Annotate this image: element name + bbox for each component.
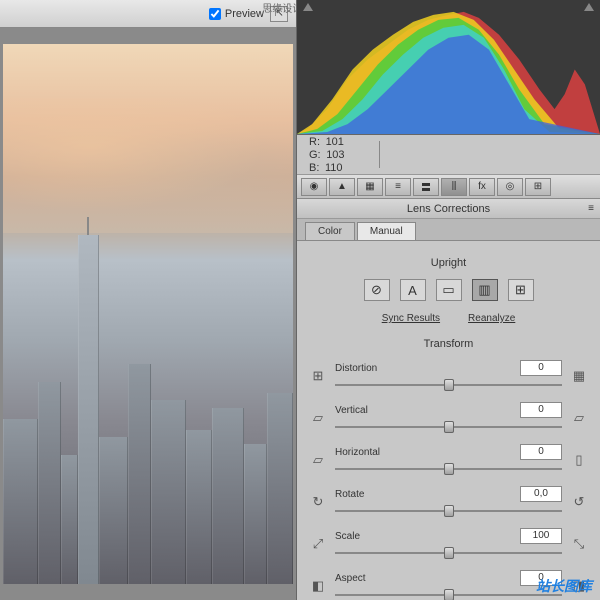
shadow-clip-icon[interactable] [303, 3, 313, 11]
rotate-value[interactable]: 0,0 [520, 486, 562, 502]
preview-checkbox-input[interactable] [209, 8, 221, 20]
distortion-slider[interactable] [335, 378, 562, 392]
distortion-right-icon: ▦ [570, 367, 588, 385]
preview-label: Preview [225, 8, 264, 20]
controls-area: Upright ⊘ A ▭ ▥ ⊞ Sync Results Reanalyze… [297, 241, 600, 600]
histogram[interactable] [297, 0, 600, 135]
slider-row-distortion: ⊞ Distortion 0 ▦ [309, 360, 588, 392]
upright-buttons: ⊘ A ▭ ▥ ⊞ [309, 279, 588, 301]
scale-right-icon: ⤡ [570, 535, 588, 553]
preview-checkbox[interactable]: Preview [209, 8, 264, 20]
vertical-left-icon: ▱ [309, 409, 327, 427]
rotate-slider[interactable] [335, 504, 562, 518]
tab-presets-icon[interactable]: ⊞ [525, 178, 551, 196]
preview-toolbar: Preview ⇱ [0, 0, 296, 28]
scale-slider[interactable] [335, 546, 562, 560]
distortion-left-icon: ⊞ [309, 367, 327, 385]
upright-level-button[interactable]: ▭ [436, 279, 462, 301]
rotate-label: Rotate [335, 489, 364, 500]
tab-detail-icon[interactable]: ▦ [357, 178, 383, 196]
upright-auto-button[interactable]: A [400, 279, 426, 301]
rotate-right-icon: ↺ [570, 493, 588, 511]
upright-links: Sync Results Reanalyze [309, 313, 588, 324]
tab-basic-icon[interactable]: ◉ [301, 178, 327, 196]
scale-label: Scale [335, 531, 360, 542]
reanalyze-link[interactable]: Reanalyze [468, 313, 515, 324]
tab-split-icon[interactable]: 〓 [413, 178, 439, 196]
vertical-slider[interactable] [335, 420, 562, 434]
aspect-left-icon: ◧ [309, 577, 327, 595]
panel-title: Lens Corrections ≡ [297, 199, 600, 219]
slider-row-rotate: ↻ Rotate 0,0 ↺ [309, 486, 588, 518]
slider-row-vertical: ▱ Vertical 0 ▱ [309, 402, 588, 434]
distortion-value[interactable]: 0 [520, 360, 562, 376]
upright-vertical-button[interactable]: ▥ [472, 279, 498, 301]
tab-color[interactable]: Color [305, 222, 355, 240]
scale-left-icon: ⤢ [309, 535, 327, 553]
vertical-right-icon: ▱ [570, 409, 588, 427]
horizontal-right-icon: ▯ [570, 451, 588, 469]
panel-tab-strip: ◉ ▲ ▦ ≡ 〓 ⫼ fx ◎ ⊞ [297, 175, 600, 199]
aspect-label: Aspect [335, 573, 366, 584]
aspect-slider[interactable] [335, 588, 562, 600]
horizontal-left-icon: ▱ [309, 451, 327, 469]
tab-curve-icon[interactable]: ▲ [329, 178, 355, 196]
tab-hsl-icon[interactable]: ≡ [385, 178, 411, 196]
watermark-bottom: 站长图库 [536, 576, 592, 596]
rgb-readout: R: 101 G: 103 B: 110 [297, 135, 600, 175]
tab-lens-icon[interactable]: ⫼ [441, 178, 467, 196]
scale-value[interactable]: 100 [520, 528, 562, 544]
transform-label: Transform [309, 338, 588, 350]
slider-row-scale: ⤢ Scale 100 ⤡ [309, 528, 588, 560]
preview-panel: Preview ⇱ [0, 0, 296, 600]
panel-menu-icon[interactable]: ≡ [588, 203, 594, 214]
preview-image[interactable] [3, 44, 293, 584]
horizontal-slider[interactable] [335, 462, 562, 476]
horizontal-value[interactable]: 0 [520, 444, 562, 460]
distortion-label: Distortion [335, 363, 377, 374]
image-preview-area [0, 28, 296, 600]
rotate-left-icon: ↻ [309, 493, 327, 511]
highlight-clip-icon[interactable] [584, 3, 594, 11]
vertical-label: Vertical [335, 405, 368, 416]
upright-full-button[interactable]: ⊞ [508, 279, 534, 301]
upright-off-button[interactable]: ⊘ [364, 279, 390, 301]
tab-manual[interactable]: Manual [357, 222, 416, 240]
upright-label: Upright [309, 257, 588, 269]
adjustments-panel: 思缘设计论坛 · WWW.MISSYUAN.COM R: 101 G: 103 … [296, 0, 600, 600]
slider-row-horizontal: ▱ Horizontal 0 ▯ [309, 444, 588, 476]
sync-results-link[interactable]: Sync Results [382, 313, 440, 324]
tab-fx-icon[interactable]: fx [469, 178, 495, 196]
sub-tabs: Color Manual [297, 219, 600, 241]
tab-camera-icon[interactable]: ◎ [497, 178, 523, 196]
horizontal-label: Horizontal [335, 447, 380, 458]
vertical-value[interactable]: 0 [520, 402, 562, 418]
